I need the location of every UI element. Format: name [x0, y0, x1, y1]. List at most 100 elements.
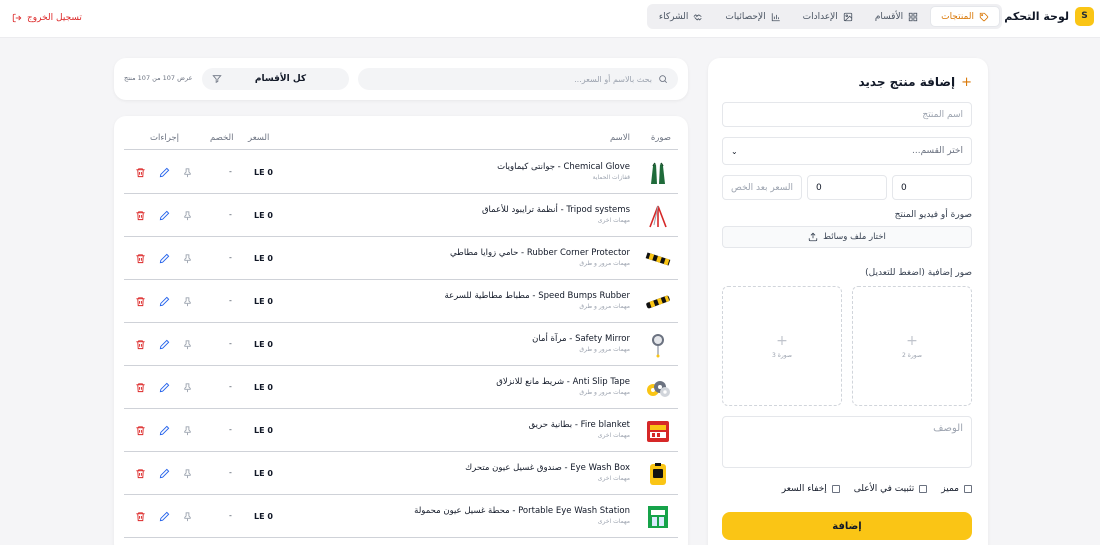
tab-settings[interactable]: الإعدادات [793, 6, 863, 27]
header-image: صورة [650, 133, 671, 143]
pin-icon [184, 383, 191, 393]
product-price: LE 0 [254, 426, 273, 435]
pin-icon [184, 297, 191, 307]
pin-icon [184, 168, 191, 178]
product-name-input[interactable] [722, 102, 972, 127]
edit-button[interactable] [159, 382, 170, 393]
delete-button[interactable] [135, 296, 146, 307]
delete-button[interactable] [135, 339, 146, 350]
delete-button[interactable] [135, 425, 146, 436]
pin-button[interactable] [182, 425, 193, 436]
pencil-icon [159, 296, 170, 307]
chevron-down-icon: ⌄ [731, 146, 738, 156]
delete-button[interactable] [135, 253, 146, 264]
tab-partners[interactable]: الشركاء [649, 6, 714, 27]
pin-button[interactable] [182, 339, 193, 350]
pin-button[interactable] [182, 382, 193, 393]
grid-icon [908, 12, 918, 21]
tab-statistics[interactable]: الإحصائيات [715, 6, 790, 27]
checkbox-box[interactable] [919, 485, 928, 493]
form-title-text: إضافة منتج جديد [858, 75, 956, 89]
discount-input[interactable] [807, 175, 887, 200]
tab-products[interactable]: المنتجات [930, 6, 1000, 27]
tag-icon [979, 12, 989, 21]
price-input[interactable] [892, 175, 972, 200]
add-product-button[interactable]: إضافة [722, 512, 972, 540]
product-discount: - [229, 425, 232, 434]
table-row: Fire blanket - بطانية حريق مهمات اخرى LE 0… [124, 409, 678, 452]
edit-button[interactable] [159, 296, 170, 307]
product-thumbnail [645, 203, 671, 229]
category-select[interactable]: اختر القسم... ⌄ [722, 137, 972, 165]
pin-button[interactable] [182, 210, 193, 221]
product-name: Tripod systems - أنظمة ترايبود للأعماق [481, 205, 630, 215]
product-category: مهمات اخرى [597, 475, 630, 482]
hide-price-checkbox[interactable]: إخفاء السعر [782, 484, 840, 494]
logout-button[interactable]: تسجيل الخروج [12, 11, 82, 25]
search-input[interactable]: بحث بالاسم أو السعر... [358, 68, 678, 90]
delete-button[interactable] [135, 210, 146, 221]
tab-categories[interactable]: الأقسام [865, 6, 928, 27]
pin-button[interactable] [182, 468, 193, 479]
category-select-placeholder: اختر القسم... [911, 146, 963, 156]
delete-button[interactable] [135, 511, 146, 522]
product-thumbnail [645, 461, 671, 487]
delete-button[interactable] [135, 468, 146, 479]
table-row: Eye Wash Box - صندوق غسيل عيون متحرك مهما… [124, 452, 678, 495]
plus-icon: + [906, 332, 918, 349]
product-name: Rubber Corner Protector - حامي زوايا مطا… [449, 248, 630, 258]
edit-button[interactable] [159, 511, 170, 522]
nav-tabs: المنتجات الأقسام الإعدادات الإحصائيات ال… [646, 4, 1002, 29]
logout-icon [12, 13, 22, 23]
image-slot-3[interactable]: + صورة 3 [722, 286, 842, 406]
product-name: Safety Mirror - مرآة أمان [532, 334, 630, 344]
category-filter-value: كل الأقسام [254, 74, 307, 84]
product-price: LE 0 [254, 254, 273, 263]
edit-button[interactable] [159, 468, 170, 479]
pin-icon [184, 469, 191, 479]
header-discount: الخصم [210, 133, 234, 143]
image-slot-2[interactable]: + صورة 2 [852, 286, 972, 406]
pin-top-checkbox[interactable]: تثبيت في الأعلى [854, 484, 928, 494]
pin-icon [184, 340, 191, 350]
delete-button[interactable] [135, 382, 146, 393]
pencil-icon [159, 253, 170, 264]
brand-title: لوحة التحكم [1004, 9, 1069, 23]
product-name: Speed Bumps Rubber - مطباط مطاطية للسرعة [444, 291, 630, 301]
product-price: LE 0 [254, 297, 273, 306]
product-name: Eye Wash Box - صندوق غسيل عيون متحرك [465, 463, 630, 473]
product-thumbnail [645, 375, 671, 401]
pin-button[interactable] [182, 167, 193, 178]
header-name: الاسم [610, 133, 630, 143]
upload-media-button[interactable]: اختار ملف وسائط [722, 226, 972, 248]
trash-icon [136, 297, 145, 307]
edit-button[interactable] [159, 167, 170, 178]
product-discount: - [229, 296, 232, 305]
pin-button[interactable] [182, 253, 193, 264]
checkbox-box[interactable] [831, 485, 840, 493]
logout-label: تسجيل الخروج [27, 13, 82, 23]
trash-icon [136, 211, 145, 221]
product-name: Portable Eye Wash Station - محطة غسيل عي… [414, 506, 630, 516]
add-product-panel: + إضافة منتج جديد اختر القسم... ⌄ صورة أ… [708, 58, 988, 545]
category-filter[interactable]: كل الأقسام [202, 68, 349, 90]
edit-button[interactable] [159, 339, 170, 350]
pin-button[interactable] [182, 511, 193, 522]
option-checkboxes: مميز تثبيت في الأعلى إخفاء السعر [782, 482, 972, 496]
extra-images-label: صور إضافية (اضغط للتعديل) [865, 268, 972, 278]
edit-button[interactable] [159, 425, 170, 436]
pin-button[interactable] [182, 296, 193, 307]
edit-button[interactable] [159, 253, 170, 264]
checkbox-box[interactable] [964, 485, 972, 493]
edit-button[interactable] [159, 210, 170, 221]
featured-checkbox[interactable]: مميز [941, 484, 972, 494]
product-discount: - [229, 382, 232, 391]
delete-button[interactable] [135, 167, 146, 178]
pencil-icon [159, 468, 170, 479]
pencil-icon [159, 210, 170, 221]
description-textarea[interactable]: الوصف [722, 416, 972, 468]
final-price-input[interactable] [722, 175, 802, 200]
pencil-icon [159, 339, 170, 350]
header-price: السعر [248, 133, 270, 143]
product-category: مهمات مرور و طرق [579, 346, 630, 353]
